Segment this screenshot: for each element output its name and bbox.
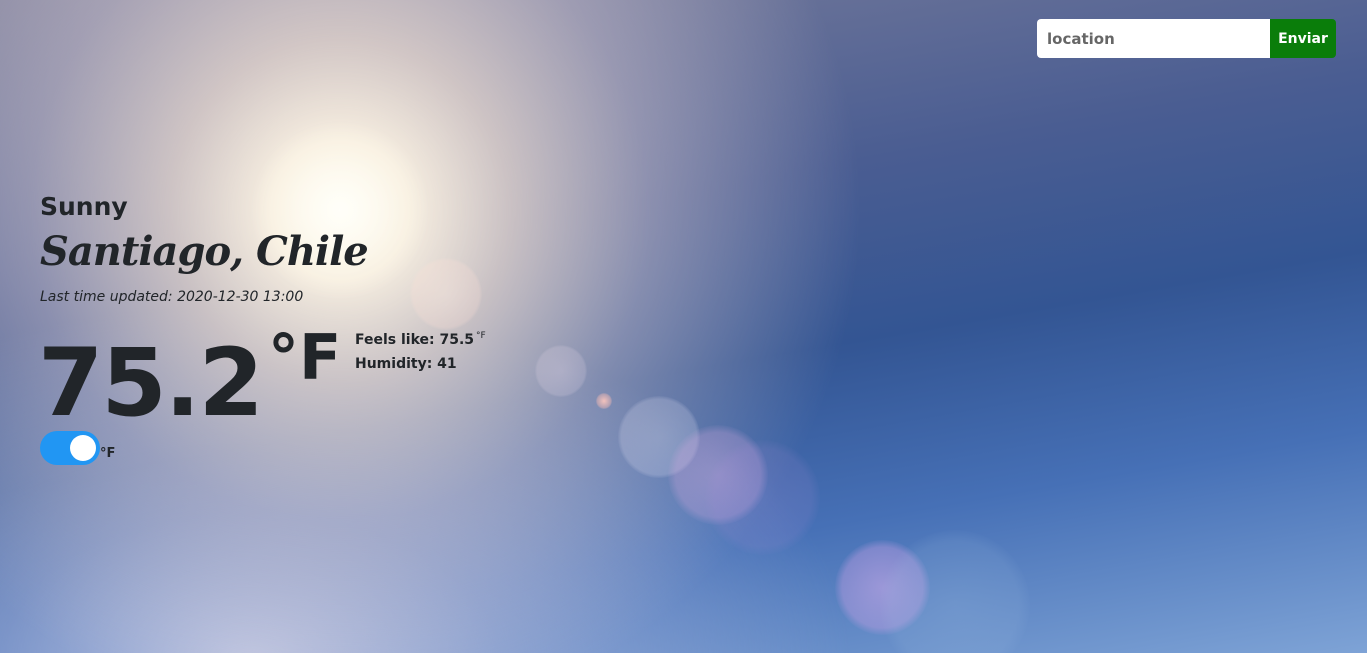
lens-flare: [880, 530, 1030, 653]
lens-flare: [618, 396, 700, 478]
weather-condition: Sunny: [40, 192, 128, 221]
temperature-value: 75.2: [38, 329, 264, 438]
feels-like: Feels like: 75.5 °F: [355, 328, 486, 352]
search-form: Enviar: [1037, 19, 1336, 58]
feels-like-unit: °F: [476, 331, 486, 341]
lens-flare: [705, 440, 820, 555]
toggle-knob: [70, 435, 96, 461]
humidity: Humidity: 41: [355, 356, 457, 372]
weather-details: Feels like: 75.5 °F Humidity: 41: [355, 328, 486, 376]
last-updated-text: Last time updated: 2020-12-30 13:00: [40, 289, 304, 305]
lens-flare: [410, 258, 482, 330]
unit-toggle-switch[interactable]: [40, 431, 100, 465]
lens-flare: [835, 540, 930, 635]
lens-flare: [596, 393, 612, 409]
feels-like-label: Feels like: 75.5: [355, 332, 475, 348]
lens-flare: [668, 425, 768, 525]
unit-toggle-label: °F: [100, 445, 116, 461]
unit-toggle-row: °F: [40, 431, 115, 465]
submit-button[interactable]: Enviar: [1270, 19, 1336, 58]
location-search-input[interactable]: [1037, 19, 1270, 58]
lens-flare: [535, 345, 587, 397]
temperature-unit: °F: [268, 321, 342, 394]
location-title: Santiago, Chile: [40, 228, 369, 275]
